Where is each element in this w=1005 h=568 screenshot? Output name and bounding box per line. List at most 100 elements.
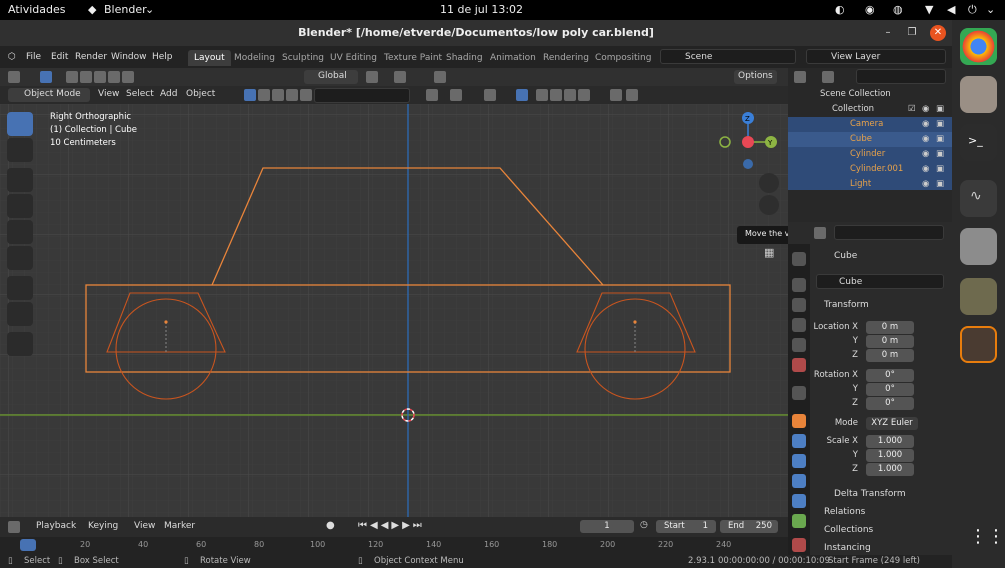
menu-help[interactable]: Help bbox=[152, 52, 173, 62]
camera-icon[interactable]: ▣ bbox=[936, 164, 944, 174]
select-tool-icon[interactable] bbox=[7, 112, 33, 136]
rotation-y-field[interactable]: 0° bbox=[866, 383, 914, 396]
move-tool-icon[interactable] bbox=[7, 168, 33, 192]
properties-search-input[interactable] bbox=[834, 225, 944, 240]
gizmo-icon[interactable] bbox=[450, 89, 462, 101]
tab-modeling[interactable]: Modeling bbox=[228, 50, 281, 66]
eye-icon[interactable]: ◉ bbox=[922, 134, 929, 144]
select-subtract-icon[interactable] bbox=[94, 71, 106, 83]
view-menu[interactable]: View bbox=[130, 520, 159, 534]
location-x-field[interactable]: 0 m bbox=[866, 321, 914, 334]
tab-rendering[interactable]: Rendering bbox=[537, 50, 595, 66]
menu-window[interactable]: Window bbox=[111, 52, 147, 62]
blender-dock-icon[interactable] bbox=[960, 326, 997, 363]
menu-file[interactable]: File bbox=[26, 52, 41, 62]
select-intersect-icon[interactable] bbox=[122, 71, 134, 83]
menu-render[interactable]: Render bbox=[75, 52, 107, 62]
scene-selector[interactable]: Scene bbox=[660, 49, 796, 64]
tab-texture-paint[interactable]: Texture Paint bbox=[378, 50, 448, 66]
eye-icon[interactable]: ◉ bbox=[922, 149, 929, 159]
rendered-shading-icon[interactable] bbox=[578, 89, 590, 101]
current-frame-field[interactable]: 1 bbox=[580, 520, 634, 533]
checkbox-icon[interactable]: ☑ bbox=[908, 104, 916, 114]
files-icon[interactable] bbox=[960, 76, 997, 113]
tab-animation[interactable]: Animation bbox=[484, 50, 542, 66]
restrict-toggle-icon[interactable] bbox=[626, 89, 638, 101]
blender-logo-icon[interactable]: ⬡ bbox=[8, 52, 16, 62]
tab-compositing[interactable]: Compositing bbox=[589, 50, 657, 66]
rotate-tool-icon[interactable] bbox=[7, 194, 33, 218]
material-shading-icon[interactable] bbox=[564, 89, 576, 101]
menu-select[interactable]: Select bbox=[122, 88, 158, 102]
output-tab-icon[interactable] bbox=[792, 298, 806, 312]
menu-object[interactable]: Object bbox=[182, 88, 219, 102]
world-tab-icon[interactable] bbox=[792, 358, 806, 372]
select-invert-icon[interactable] bbox=[108, 71, 120, 83]
select-extend-icon[interactable] bbox=[80, 71, 92, 83]
rotation-mode-dropdown[interactable]: XYZ Euler bbox=[866, 417, 918, 430]
show-apps-icon[interactable]: ⋮⋮ bbox=[960, 520, 1005, 557]
tab-sculpting[interactable]: Sculpting bbox=[276, 50, 330, 66]
close-button[interactable]: ✕ bbox=[930, 25, 946, 41]
editor-type-icon[interactable] bbox=[8, 71, 20, 83]
chevron-down-icon[interactable]: ⌄ bbox=[986, 3, 995, 16]
app-menu[interactable]: Blender bbox=[104, 3, 147, 16]
camera-icon[interactable]: ▣ bbox=[936, 119, 944, 129]
outliner-row-cylinder-001[interactable]: Cylinder.001 ◉ ▣ bbox=[788, 162, 952, 177]
eye-icon[interactable]: ◉ bbox=[922, 179, 929, 189]
software-icon[interactable] bbox=[960, 228, 997, 265]
outliner-row[interactable]: Scene Collection bbox=[788, 87, 952, 102]
transform-panel-header[interactable]: Transform bbox=[824, 300, 869, 310]
visibility-icon[interactable] bbox=[426, 89, 438, 101]
proportional-edit-icon[interactable] bbox=[434, 71, 446, 83]
wifi-icon[interactable]: ▼ bbox=[925, 3, 933, 16]
add-cube-tool-icon[interactable] bbox=[7, 332, 33, 356]
record-icon[interactable]: ● bbox=[326, 520, 335, 531]
material-tab-icon[interactable] bbox=[792, 538, 806, 552]
filter-camera-icon[interactable] bbox=[286, 89, 298, 101]
outliner-row-cube[interactable]: Cube ◉ ▣ bbox=[788, 132, 952, 147]
scale-y-field[interactable]: 1.000 bbox=[866, 449, 914, 462]
clock[interactable]: 11 de jul 13:02 bbox=[440, 3, 523, 16]
eye-icon[interactable]: ◉ bbox=[922, 104, 929, 114]
3d-viewport[interactable]: Z Y Right Orthographic (1) Collection | … bbox=[0, 104, 788, 517]
menu-add[interactable]: Add bbox=[156, 88, 181, 102]
scene-tab-icon[interactable] bbox=[792, 338, 806, 352]
select-mode-icon[interactable] bbox=[40, 71, 52, 83]
relations-header[interactable]: Relations bbox=[824, 507, 865, 517]
scale-x-field[interactable]: 1.000 bbox=[866, 435, 914, 448]
editor-type-icon[interactable] bbox=[814, 227, 826, 239]
timeline-ruler[interactable]: 20 40 60 80 100 120 140 160 180 200 220 … bbox=[0, 537, 788, 555]
filter-empty-icon[interactable] bbox=[300, 89, 312, 101]
camera-icon[interactable]: ▣ bbox=[936, 104, 944, 114]
instancing-header[interactable]: Instancing bbox=[824, 543, 871, 553]
menu-edit[interactable]: Edit bbox=[51, 52, 68, 62]
select-box-icon[interactable] bbox=[66, 71, 78, 83]
playback-menu[interactable]: Playback bbox=[32, 520, 80, 534]
modifier-tab-icon[interactable] bbox=[792, 434, 806, 448]
playback-controls-icon[interactable]: ⏮◀◀▶▶⏭ bbox=[358, 520, 425, 531]
data-tab-icon[interactable] bbox=[792, 514, 806, 528]
object-name-field[interactable]: Cube bbox=[816, 274, 944, 289]
wireframe-shading-icon[interactable] bbox=[536, 89, 548, 101]
tab-shading[interactable]: Shading bbox=[440, 50, 489, 66]
overlays-icon[interactable] bbox=[484, 89, 496, 101]
collections-header[interactable]: Collections bbox=[824, 525, 873, 535]
collection-tab-icon[interactable] bbox=[792, 386, 806, 400]
viewport-canvas[interactable]: Z Y bbox=[0, 104, 788, 517]
eye-icon[interactable]: ◉ bbox=[922, 164, 929, 174]
rotation-x-field[interactable]: 0° bbox=[866, 369, 914, 382]
eye-icon[interactable]: ◉ bbox=[922, 119, 929, 129]
settings-icon[interactable]: ◉ bbox=[865, 3, 875, 16]
filter-light-icon[interactable] bbox=[272, 89, 284, 101]
search-input[interactable] bbox=[314, 88, 410, 103]
location-y-field[interactable]: 0 m bbox=[866, 335, 914, 348]
orientation-dropdown[interactable]: Global bbox=[304, 70, 358, 84]
particles-tab-icon[interactable] bbox=[792, 454, 806, 468]
tool-tab-icon[interactable] bbox=[792, 252, 806, 266]
delta-transform-header[interactable]: Delta Transform bbox=[834, 489, 906, 499]
status-icon[interactable]: ◍ bbox=[893, 3, 903, 16]
chrome-icon[interactable] bbox=[960, 28, 997, 65]
scale-tool-icon[interactable] bbox=[7, 220, 33, 244]
marker-menu[interactable]: Marker bbox=[160, 520, 199, 534]
